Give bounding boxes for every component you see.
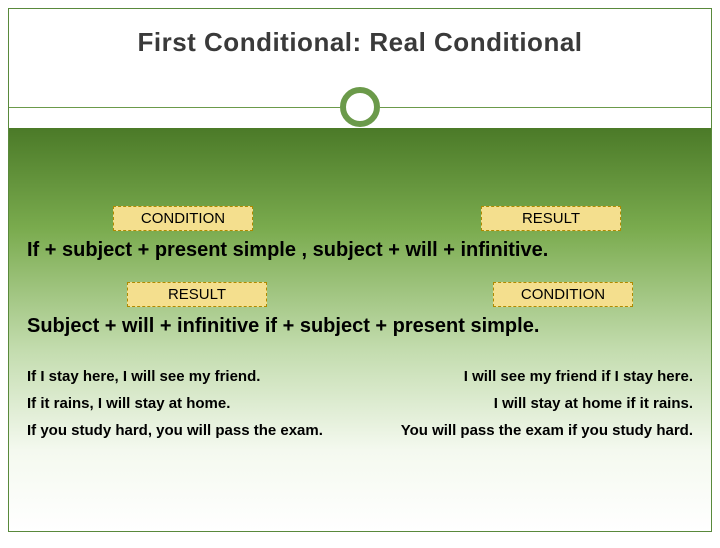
label-condition-1: CONDITION [113, 206, 253, 231]
example-right: I will stay at home if it rains. [494, 395, 693, 412]
slide-title: First Conditional: Real Conditional [9, 9, 711, 58]
title-divider [9, 86, 711, 128]
example-right: You will pass the exam if you study hard… [401, 422, 693, 439]
label-result-1: RESULT [481, 206, 621, 231]
divider-line-right [380, 107, 711, 108]
formula-2: Subject + will + infinitive if + subject… [9, 307, 711, 352]
content-area: CONDITION RESULT If + subject + present … [9, 128, 711, 531]
label-condition-2: CONDITION [493, 282, 633, 307]
slide-container: First Conditional: Real Conditional COND… [8, 8, 712, 532]
example-left: If I stay here, I will see my friend. [27, 368, 260, 385]
example-left: If you study hard, you will pass the exa… [27, 422, 323, 439]
examples-block: If I stay here, I will see my friend. I … [9, 352, 711, 439]
example-row: If you study hard, you will pass the exa… [27, 422, 693, 439]
formula-1: If + subject + present simple , subject … [9, 231, 711, 276]
label-result-2: RESULT [127, 282, 267, 307]
divider-line-left [9, 107, 340, 108]
example-row: If it rains, I will stay at home. I will… [27, 395, 693, 412]
example-left: If it rains, I will stay at home. [27, 395, 230, 412]
ring-icon [340, 87, 380, 127]
label-row-1: CONDITION RESULT [9, 206, 711, 231]
example-right: I will see my friend if I stay here. [464, 368, 693, 385]
label-row-2: RESULT CONDITION [9, 282, 711, 307]
example-row: If I stay here, I will see my friend. I … [27, 368, 693, 385]
